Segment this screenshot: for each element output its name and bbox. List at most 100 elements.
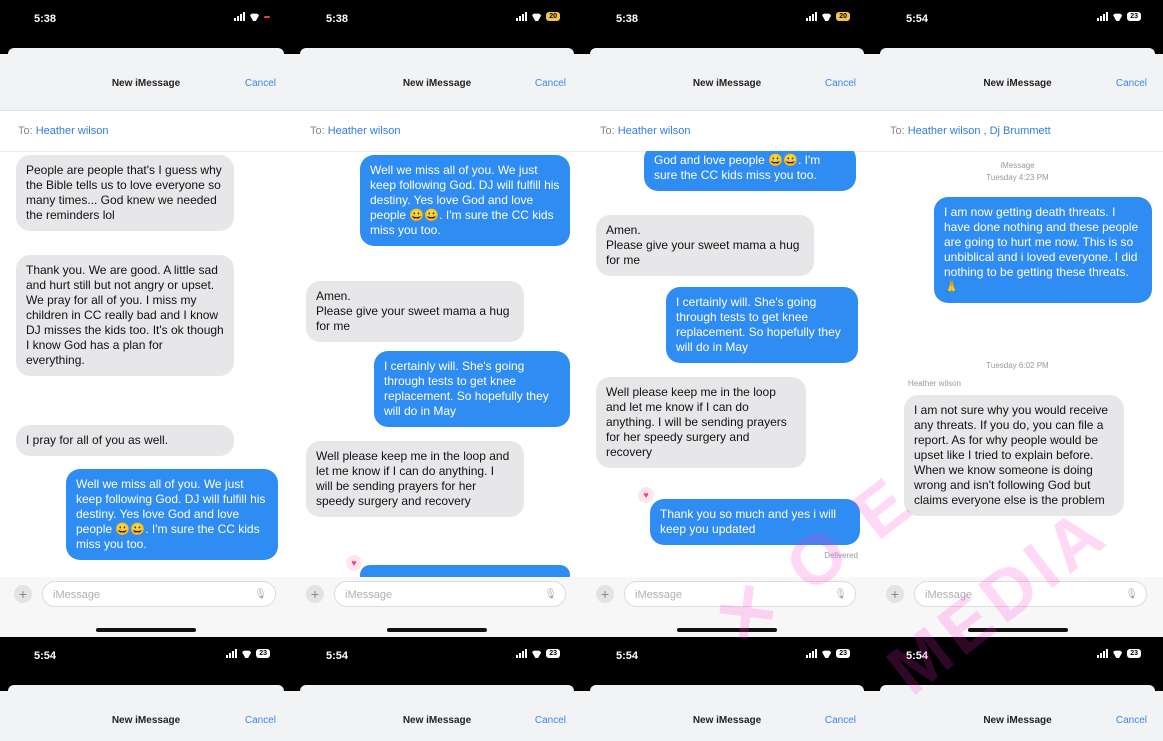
status-bar: 5:54 23 xyxy=(292,637,582,681)
compose-header: New iMessage Cancel xyxy=(582,691,872,741)
status-time: 5:54 xyxy=(326,650,349,662)
incoming-message: People are people that's I guess why the… xyxy=(16,155,234,231)
sheet-edge xyxy=(582,681,872,691)
to-field[interactable]: To: Heather wilson xyxy=(292,111,582,152)
wifi-icon xyxy=(1112,13,1123,21)
incoming-message: Thank you. We are good. A little sad and… xyxy=(16,255,234,376)
cancel-button[interactable]: Cancel xyxy=(825,715,856,726)
recipient-name[interactable]: Heather wilson xyxy=(36,125,109,137)
message-thread[interactable]: Well we miss all of you. We just keep fo… xyxy=(292,151,582,577)
recipient-name[interactable]: Heather wilson xyxy=(618,125,691,137)
cancel-button[interactable]: Cancel xyxy=(535,715,566,726)
screenshot-2: 5:38 20 New iMessage Cancel To: Heather … xyxy=(292,0,582,637)
status-icons: 20 xyxy=(516,12,560,21)
screenshot-1: 5:38 New iMessage Cancel To: Heather wil… xyxy=(0,0,292,637)
incoming-message: Amen. Please give your sweet mama a hug … xyxy=(306,281,524,342)
wifi-icon xyxy=(531,650,542,658)
cancel-button[interactable]: Cancel xyxy=(245,78,276,89)
signal-icon xyxy=(806,649,818,658)
message-thread[interactable]: iMessage Tuesday 4:23 PM I am now gettin… xyxy=(872,151,1163,577)
to-field[interactable]: To: Heather wilson xyxy=(582,111,872,152)
status-icons: 23 xyxy=(806,649,850,658)
outgoing-message: Well we miss all of you. We just keep fo… xyxy=(66,469,278,560)
signal-icon xyxy=(806,12,818,21)
status-icons: 20 xyxy=(806,12,850,21)
heart-reaction-icon[interactable]: ♥ xyxy=(346,555,362,571)
outgoing-message xyxy=(360,565,570,577)
plus-icon[interactable]: + xyxy=(886,585,904,603)
home-indicator[interactable] xyxy=(677,628,777,632)
input-bar: + iMessage 🎙 xyxy=(292,577,582,637)
mic-icon[interactable]: 🎙 xyxy=(254,582,267,608)
sheet-edge xyxy=(0,681,292,691)
timestamp: Tuesday 6:02 PM xyxy=(986,361,1049,370)
cancel-button[interactable]: Cancel xyxy=(1116,715,1147,726)
message-thread[interactable]: God and love people 😀😀. I'm sure the CC … xyxy=(582,151,872,577)
message-thread[interactable]: People are people that's I guess why the… xyxy=(0,151,292,577)
input-bar: + iMessage 🎙 xyxy=(872,577,1163,637)
input-bar: + iMessage 🎙 xyxy=(582,577,872,637)
home-indicator[interactable] xyxy=(967,628,1068,632)
sheet-edge xyxy=(872,681,1163,691)
plus-icon[interactable]: + xyxy=(596,585,614,603)
to-field[interactable]: To: Heather wilson , Dj Brummett xyxy=(872,111,1163,152)
home-indicator[interactable] xyxy=(387,628,487,632)
outgoing-message: I am now getting death threats. I have d… xyxy=(934,197,1152,303)
signal-icon xyxy=(1097,12,1109,21)
mic-icon[interactable]: 🎙 xyxy=(1125,582,1138,608)
wifi-icon xyxy=(249,13,260,21)
message-input[interactable]: iMessage 🎙 xyxy=(624,581,856,607)
sheet-edge xyxy=(0,44,292,54)
wifi-icon xyxy=(531,13,542,21)
status-time: 5:54 xyxy=(34,650,57,662)
status-time: 5:38 xyxy=(326,13,349,25)
message-placeholder: iMessage xyxy=(345,589,393,601)
message-placeholder: iMessage xyxy=(925,589,973,601)
heart-reaction-icon[interactable]: ♥ xyxy=(638,487,654,503)
signal-icon xyxy=(516,12,528,21)
sheet-edge xyxy=(292,44,582,54)
plus-icon[interactable]: + xyxy=(306,585,324,603)
plus-icon[interactable]: + xyxy=(14,585,32,603)
to-field[interactable]: To: Heather wilson xyxy=(0,111,292,152)
delivered-status: Delivered xyxy=(824,551,858,560)
status-bar: 5:54 23 xyxy=(872,637,1163,681)
cancel-button[interactable]: Cancel xyxy=(245,715,276,726)
message-input[interactable]: iMessage 🎙 xyxy=(42,581,276,607)
screenshot-4: 5:54 23 New iMessage Cancel To: Heather … xyxy=(872,0,1163,637)
battery-icon: 20 xyxy=(546,12,560,21)
compose-header: New iMessage Cancel xyxy=(292,691,582,741)
status-icons: 23 xyxy=(516,649,560,658)
wifi-icon xyxy=(241,650,252,658)
status-icons: 23 xyxy=(1097,649,1141,658)
screenshot-7: 5:54 23 New iMessage Cancel xyxy=(582,637,872,741)
battery-icon: 23 xyxy=(836,649,850,658)
cancel-button[interactable]: Cancel xyxy=(535,78,566,89)
status-bar: 5:38 20 xyxy=(292,0,582,44)
status-icons: 23 xyxy=(226,649,270,658)
compose-header: New iMessage Cancel xyxy=(0,54,292,111)
cancel-button[interactable]: Cancel xyxy=(825,78,856,89)
timestamp: Tuesday 4:23 PM xyxy=(986,173,1049,182)
message-input[interactable]: iMessage 🎙 xyxy=(334,581,566,607)
cancel-button[interactable]: Cancel xyxy=(1116,78,1147,89)
screenshot-5: 5:54 23 New iMessage Cancel xyxy=(0,637,292,741)
home-indicator[interactable] xyxy=(96,628,196,632)
status-bar: 5:54 23 xyxy=(582,637,872,681)
status-icons: 23 xyxy=(1097,12,1141,21)
recipient-name[interactable]: Heather wilson , Dj Brummett xyxy=(908,125,1051,137)
input-bar: + iMessage 🎙 xyxy=(0,577,292,637)
battery-icon: 23 xyxy=(1127,12,1141,21)
status-time: 5:38 xyxy=(616,13,639,25)
message-input[interactable]: iMessage 🎙 xyxy=(914,581,1147,607)
mic-icon[interactable]: 🎙 xyxy=(544,582,557,608)
mic-icon[interactable]: 🎙 xyxy=(834,582,847,608)
wifi-icon xyxy=(821,650,832,658)
screenshot-6: 5:54 23 New iMessage Cancel xyxy=(292,637,582,741)
outgoing-message: God and love people 😀😀. I'm sure the CC … xyxy=(644,151,856,191)
recipient-name[interactable]: Heather wilson xyxy=(328,125,401,137)
battery-icon: 23 xyxy=(256,649,270,658)
to-label: To: xyxy=(600,125,615,137)
compose-header: New iMessage Cancel xyxy=(872,691,1163,741)
status-icons xyxy=(234,12,270,21)
